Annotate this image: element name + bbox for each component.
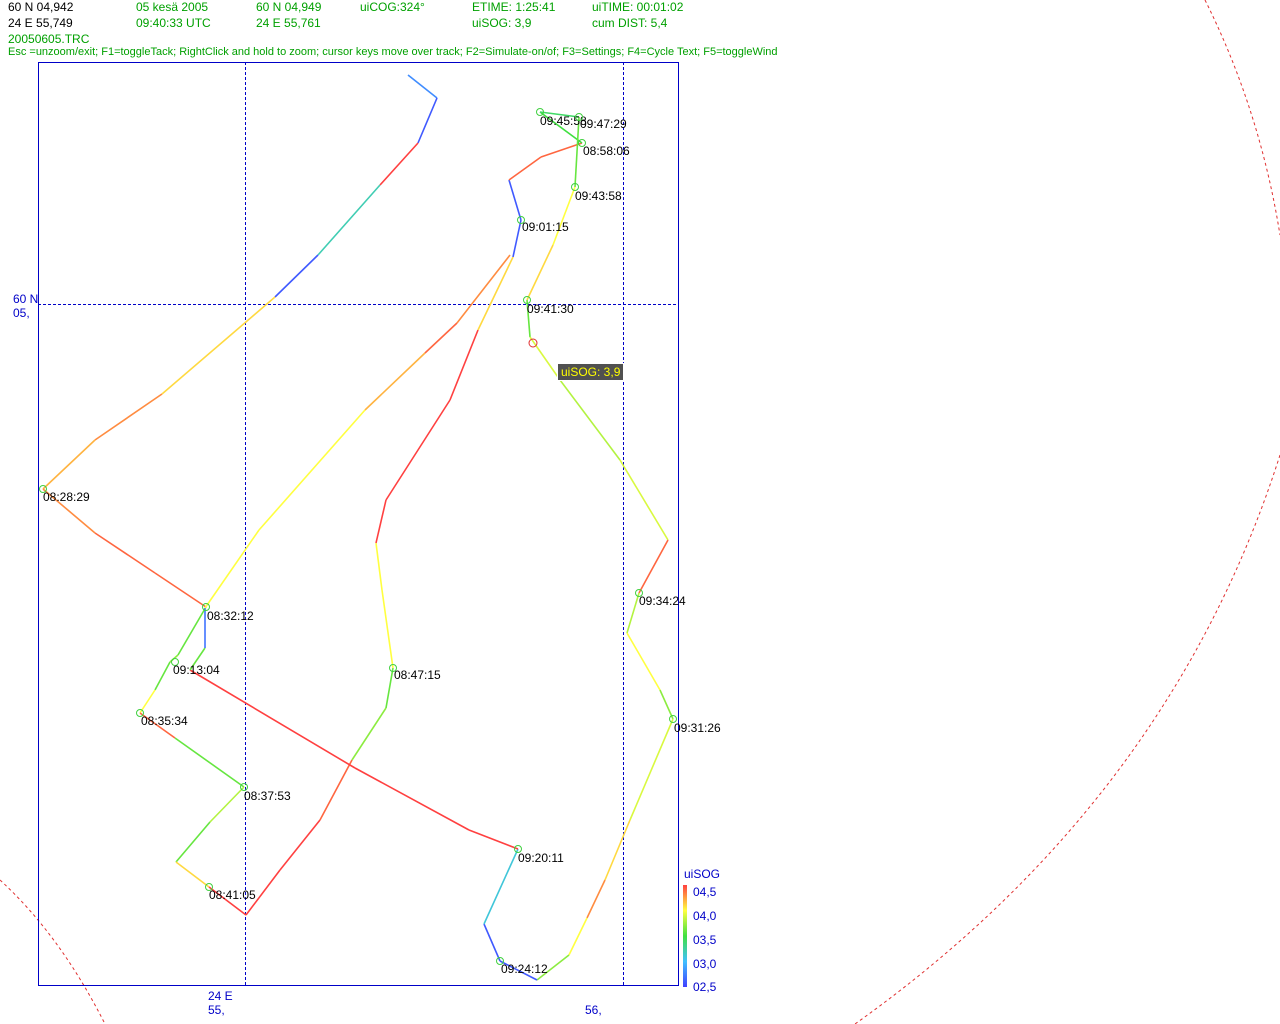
track-segment — [279, 819, 321, 871]
waypoint-time-label: 09:13:04 — [173, 663, 220, 677]
track-segment — [568, 917, 588, 956]
waypoint-time-label: 08:47:15 — [394, 668, 441, 682]
track-segment — [586, 879, 606, 919]
legend-item-3-0: 03,0 — [693, 957, 717, 971]
track-segment — [552, 186, 576, 246]
track-segment — [483, 848, 519, 925]
track-segment — [319, 759, 353, 821]
waypoint-time-label: 09:41:30 — [527, 302, 574, 316]
track-segment — [468, 829, 519, 850]
sog-tooltip: uiSOG: 3,9 — [557, 363, 625, 381]
track-segment — [385, 667, 394, 709]
track-segment — [379, 142, 419, 186]
track-segment — [154, 661, 171, 691]
waypoint-time-label: 08:35:34 — [141, 714, 188, 728]
track-segment — [559, 379, 621, 461]
legend-item-4-0: 04,0 — [693, 909, 717, 923]
waypoint-time-label: 08:37:53 — [244, 789, 291, 803]
track-segment — [456, 254, 511, 324]
track-segment — [375, 542, 383, 591]
track-segment — [274, 254, 319, 298]
range-ring-right — [854, 454, 1280, 1024]
track-segment — [94, 532, 156, 574]
track-segment — [417, 97, 438, 144]
waypoint-time-label: 08:32:12 — [207, 609, 254, 623]
range-rings — [0, 0, 1280, 1024]
waypoint-time-label: 09:20:11 — [518, 851, 564, 865]
track-segment — [638, 539, 669, 594]
track-segment — [629, 718, 674, 821]
track-segment — [385, 399, 451, 501]
track-segment — [526, 244, 554, 301]
track-segment — [317, 184, 381, 256]
track-segment — [209, 786, 245, 823]
track-segment — [604, 819, 631, 881]
track-segment — [483, 923, 501, 962]
legend-item-3-5: 03,5 — [693, 933, 717, 947]
track-segment — [424, 322, 458, 354]
track-segment — [189, 669, 356, 769]
legend-item-2-5: 02,5 — [693, 980, 717, 994]
waypoint-time-label: 09:01:15 — [522, 220, 569, 234]
track-segment — [626, 632, 661, 691]
track-segment — [139, 689, 156, 714]
range-ring-top-right — [1204, 0, 1280, 236]
lon-axis-minutes: 55, — [208, 1003, 225, 1017]
track-segment — [512, 219, 522, 258]
track-segment — [407, 74, 438, 99]
legend-color-bar — [683, 885, 687, 987]
track-segment — [508, 156, 542, 181]
range-ring-bottom-left — [0, 879, 106, 1024]
waypoint-time-label: 09:34:24 — [639, 594, 686, 608]
track-segment — [42, 439, 96, 490]
lat-axis-minutes: 05, — [13, 306, 30, 320]
lon-axis-label: 24 E — [208, 989, 233, 1003]
track-segment — [381, 589, 394, 669]
waypoint-time-label: 08:58:06 — [583, 144, 630, 158]
track-segment — [364, 352, 426, 411]
track-segment — [540, 142, 583, 158]
track-plot[interactable]: 08:28:29 08:32:12 08:35:34 08:37:53 08:41:05… — [0, 0, 1280, 1024]
track-segment — [449, 329, 479, 401]
track-segment — [477, 256, 514, 331]
waypoint-time-label: 09:31:26 — [674, 721, 721, 735]
track-segment — [354, 767, 470, 831]
track-segment — [659, 689, 674, 720]
waypoint-time-label: 09:47:29 — [580, 117, 627, 131]
waypoint-time-label: 08:41:05 — [209, 888, 256, 902]
legend-title: uiSOG — [684, 867, 721, 881]
track-segment — [177, 606, 207, 656]
track-segment — [619, 459, 669, 541]
track-segment — [94, 393, 163, 441]
track-segment — [175, 861, 210, 888]
track-segment — [258, 409, 366, 531]
lon-axis-minutes-right: 56, — [585, 1003, 602, 1017]
track-segment — [529, 336, 561, 381]
track-segment — [154, 572, 207, 608]
track-segment — [174, 737, 245, 788]
track-segment — [508, 179, 522, 221]
track-segment — [375, 499, 387, 544]
waypoint-time-label: 09:24:12 — [501, 962, 548, 976]
track-segment — [626, 592, 640, 634]
track-segment — [204, 529, 260, 609]
waypoint-time-label: 08:28:29 — [43, 490, 90, 504]
lat-axis-label: 60 N — [13, 292, 39, 306]
track-segment — [351, 707, 387, 761]
track-segment — [161, 296, 276, 395]
legend-item-4-5: 04,5 — [693, 885, 717, 899]
track-segment — [175, 821, 211, 863]
track-layer — [42, 74, 674, 981]
waypoint-time-label: 09:43:58 — [575, 189, 622, 203]
